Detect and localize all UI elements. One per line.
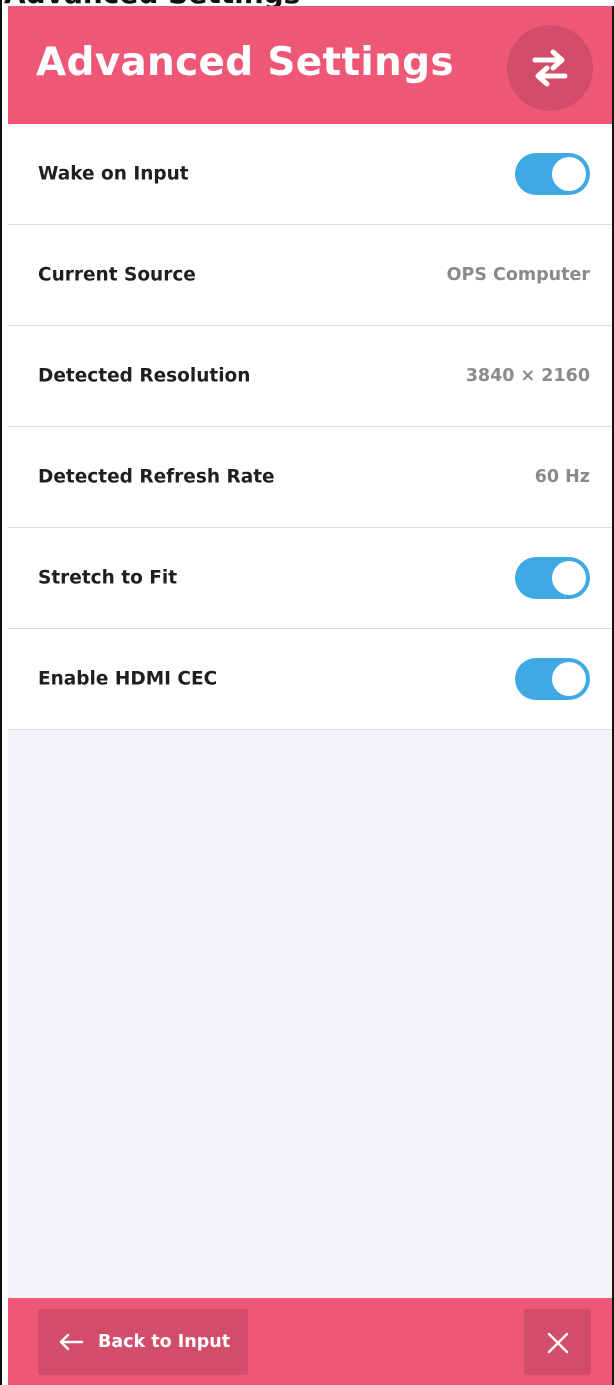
current-source-value: OPS Computer [446, 265, 590, 285]
setting-label: Detected Resolution [38, 365, 251, 387]
close-icon [547, 1332, 569, 1354]
toggle-knob [552, 157, 586, 191]
setting-row-wake-on-input: Wake on Input [8, 124, 612, 225]
panel-header: Advanced Settings [8, 6, 612, 124]
setting-label: Current Source [38, 264, 196, 286]
setting-row-detected-refresh-rate: Detected Refresh Rate 60 Hz [8, 427, 612, 528]
back-button-label: Back to Input [98, 1332, 231, 1352]
setting-label: Enable HDMI CEC [38, 668, 218, 690]
back-to-input-button[interactable]: Back to Input [38, 1309, 248, 1375]
toggle-knob [552, 561, 586, 595]
detected-resolution-value: 3840 × 2160 [465, 366, 590, 386]
setting-row-detected-resolution: Detected Resolution 3840 × 2160 [8, 326, 612, 427]
toggle-knob [552, 662, 586, 696]
setting-row-stretch-to-fit: Stretch to Fit [8, 528, 612, 629]
stretch-to-fit-toggle[interactable] [515, 557, 590, 599]
setting-label: Wake on Input [38, 163, 189, 185]
app-window: Advanced Settings Advanced Settings Wake… [0, 0, 614, 1385]
advanced-settings-panel: Advanced Settings Wake on Input Current … [8, 6, 614, 1385]
arrow-left-icon [59, 1333, 84, 1351]
setting-row-enable-hdmi-cec: Enable HDMI CEC [8, 629, 612, 730]
close-button[interactable] [524, 1309, 591, 1375]
settings-list: Wake on Input Current Source OPS Compute… [8, 124, 612, 730]
setting-row-current-source: Current Source OPS Computer [8, 225, 612, 326]
detected-refresh-rate-value: 60 Hz [534, 467, 590, 487]
swap-arrows-icon [532, 49, 568, 87]
wake-on-input-toggle[interactable] [515, 153, 590, 195]
page-title: Advanced Settings [36, 40, 454, 85]
panel-footer: Back to Input [8, 1298, 612, 1385]
enable-hdmi-cec-toggle[interactable] [515, 658, 590, 700]
swap-input-button[interactable] [507, 25, 593, 111]
setting-label: Detected Refresh Rate [38, 466, 275, 488]
setting-label: Stretch to Fit [38, 567, 178, 589]
window-edge [0, 0, 2, 1385]
